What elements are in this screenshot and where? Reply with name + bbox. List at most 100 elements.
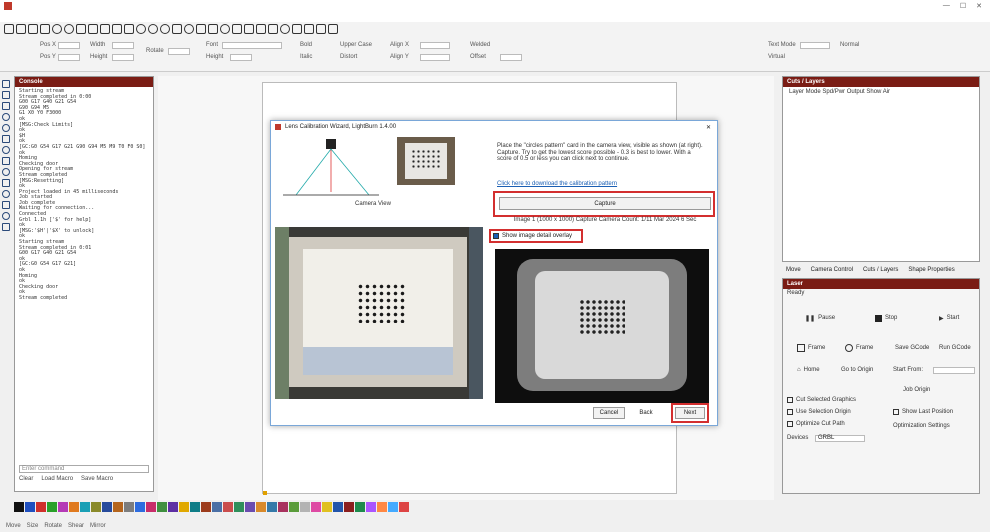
palette-swatch[interactable] — [388, 502, 398, 512]
download-pattern-link[interactable]: Click here to download the calibration p… — [497, 181, 617, 187]
height-field[interactable] — [112, 54, 134, 61]
palette-swatch[interactable] — [135, 502, 145, 512]
align-icon[interactable] — [232, 24, 242, 34]
mirror-icon[interactable] — [328, 24, 338, 34]
start-button[interactable]: ▶ Start — [939, 311, 959, 325]
status-rotate[interactable]: Rotate — [44, 523, 62, 529]
rectangle-tool-icon[interactable] — [2, 102, 10, 110]
move-icon[interactable] — [124, 24, 134, 34]
monitor-icon[interactable] — [196, 24, 206, 34]
optimization-settings-button[interactable]: Optimization Settings — [893, 419, 950, 433]
palette-swatch[interactable] — [300, 502, 310, 512]
distribute-icon[interactable] — [244, 24, 254, 34]
table-tool-icon[interactable] — [2, 223, 10, 231]
ellipse-tool-icon[interactable] — [2, 113, 10, 121]
dialog-close-icon[interactable]: ✕ — [706, 124, 711, 131]
palette-swatch[interactable] — [14, 502, 24, 512]
home-button[interactable]: ⌂ Home — [797, 363, 820, 377]
palette-swatch[interactable] — [234, 502, 244, 512]
text-tool-icon[interactable] — [2, 135, 10, 143]
close-icon[interactable]: ✕ — [976, 2, 982, 10]
position-laser-icon[interactable] — [2, 146, 10, 154]
weld-icon[interactable] — [280, 24, 290, 34]
cancel-button[interactable]: Cancel — [593, 407, 625, 419]
start-from-select[interactable] — [933, 367, 975, 374]
tab-camera-control[interactable]: Camera Control — [811, 267, 853, 273]
status-mirror[interactable]: Mirror — [90, 523, 106, 529]
zoom-fit-icon[interactable] — [160, 24, 170, 34]
palette-swatch[interactable] — [344, 502, 354, 512]
palette-swatch[interactable] — [69, 502, 79, 512]
polygon-tool-icon[interactable] — [2, 124, 10, 132]
italic-label[interactable]: Italic — [300, 54, 312, 60]
measure-tool-icon[interactable] — [2, 157, 10, 165]
console-input[interactable]: Enter command — [19, 465, 149, 473]
ungroup-icon[interactable] — [268, 24, 278, 34]
palette-swatch[interactable] — [190, 502, 200, 512]
status-move[interactable]: Move — [6, 523, 21, 529]
boolean-icon[interactable] — [292, 24, 302, 34]
palette-swatch[interactable] — [212, 502, 222, 512]
undo-icon[interactable] — [52, 24, 62, 34]
maximize-icon[interactable]: ☐ — [960, 2, 966, 10]
optimize-cut-path-checkbox[interactable]: Optimize Cut Path — [787, 417, 845, 431]
status-shear[interactable]: Shear — [68, 523, 84, 529]
text-height-field[interactable] — [230, 54, 252, 61]
save-file-icon[interactable] — [28, 24, 38, 34]
palette-swatch[interactable] — [36, 502, 46, 512]
minimize-icon[interactable]: — — [943, 2, 950, 10]
palette-swatch[interactable] — [399, 502, 409, 512]
use-selection-origin-box[interactable] — [787, 409, 793, 415]
status-size[interactable]: Size — [27, 523, 39, 529]
optimize-cut-path-box[interactable] — [787, 421, 793, 427]
palette-swatch[interactable] — [25, 502, 35, 512]
star-icon[interactable] — [220, 24, 230, 34]
palette-swatch[interactable] — [146, 502, 156, 512]
upper-case-label[interactable]: Upper Case — [340, 42, 372, 48]
palette-swatch[interactable] — [58, 502, 68, 512]
run-gcode-button[interactable]: Run GCode — [939, 341, 971, 355]
copy-icon[interactable] — [76, 24, 86, 34]
pos-x-field[interactable] — [58, 42, 80, 49]
palette-swatch[interactable] — [355, 502, 365, 512]
width-field[interactable] — [112, 42, 134, 49]
edit-nodes-icon[interactable] — [2, 91, 10, 99]
cut-selected-box[interactable] — [787, 397, 793, 403]
palette-swatch[interactable] — [267, 502, 277, 512]
frame-round-button[interactable]: Frame — [845, 341, 873, 355]
devices-select[interactable]: GRBL — [815, 435, 865, 442]
palette-swatch[interactable] — [168, 502, 178, 512]
camera-icon[interactable] — [184, 24, 194, 34]
palette-swatch[interactable] — [157, 502, 167, 512]
tabs-tool-icon[interactable] — [2, 168, 10, 176]
align-y-select[interactable] — [420, 54, 450, 61]
circular-array-icon[interactable] — [316, 24, 326, 34]
normal-label[interactable]: Normal — [840, 42, 859, 48]
palette-swatch[interactable] — [102, 502, 112, 512]
frame-icon[interactable] — [172, 24, 182, 34]
palette-swatch[interactable] — [333, 502, 343, 512]
palette-swatch[interactable] — [366, 502, 376, 512]
show-last-position-box[interactable] — [893, 409, 899, 415]
bold-label[interactable]: Bold — [300, 42, 312, 48]
palette-swatch[interactable] — [256, 502, 266, 512]
open-file-icon[interactable] — [16, 24, 26, 34]
new-file-icon[interactable] — [4, 24, 14, 34]
virtual-label[interactable]: Virtual — [768, 54, 785, 60]
back-button[interactable]: Back — [631, 407, 661, 419]
welded-label[interactable]: Welded — [470, 42, 490, 48]
show-last-position-checkbox[interactable]: Show Last Position — [893, 405, 953, 419]
tab-shape-properties[interactable]: Shape Properties — [908, 267, 954, 273]
import-icon[interactable] — [40, 24, 50, 34]
pen-tool-icon[interactable] — [2, 179, 10, 187]
zoom-out-icon[interactable] — [148, 24, 158, 34]
pause-button[interactable]: ❚❚ Pause — [805, 311, 835, 325]
settings-icon[interactable] — [208, 24, 218, 34]
align-x-select[interactable] — [420, 42, 450, 49]
palette-swatch[interactable] — [47, 502, 57, 512]
clear-button[interactable]: Clear — [19, 476, 33, 482]
palette-swatch[interactable] — [223, 502, 233, 512]
delete-icon[interactable] — [112, 24, 122, 34]
save-gcode-button[interactable]: Save GCode — [895, 341, 929, 355]
font-select[interactable] — [222, 42, 282, 49]
